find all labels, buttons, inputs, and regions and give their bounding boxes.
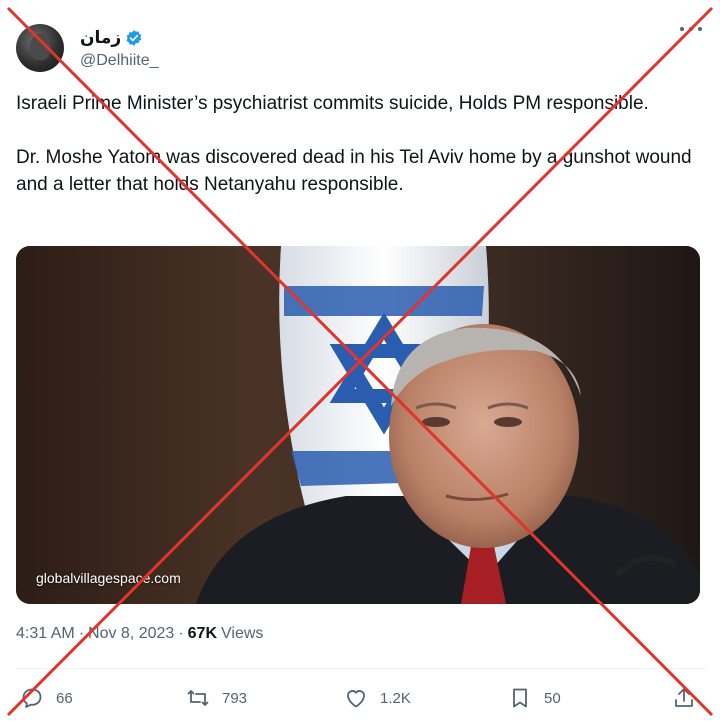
repost-icon [187, 690, 209, 706]
tweet-date[interactable]: Nov 8, 2023 [88, 625, 174, 643]
views-count: 67K [187, 625, 217, 642]
author-info: زمان @Delhiite_ [80, 26, 159, 70]
meta-separator-1: · [78, 625, 85, 642]
tweet-meta: 4:31 AM · Nov 8, 2023 · 67K Views [16, 625, 263, 643]
meta-separator-2: · [178, 625, 184, 642]
reply-count: 66 [56, 689, 73, 707]
repost-count: 793 [222, 689, 248, 707]
tweet-text: Israeli Prime Minister’s psychiatrist co… [16, 90, 706, 198]
reply-icon [22, 688, 42, 708]
like-count: 1.2K [380, 689, 411, 707]
handle[interactable]: @Delhiite_ [80, 52, 159, 70]
action-bar: 66 793 1.2K 50 [0, 680, 720, 716]
reply-button[interactable]: 66 [20, 680, 73, 716]
display-name[interactable]: زمان [80, 28, 121, 48]
like-button[interactable]: 1.2K [344, 680, 411, 716]
tweet-paragraph-1: Israeli Prime Minister’s psychiatrist co… [16, 93, 649, 114]
verified-badge-icon [126, 30, 142, 46]
tweet-header: زمان @Delhiite_ [16, 22, 159, 74]
bookmark-icon [513, 688, 527, 708]
photo-illustration [16, 246, 700, 604]
views-label: Views [221, 625, 264, 642]
heart-icon [347, 690, 365, 708]
tweet-time[interactable]: 4:31 AM [16, 625, 75, 643]
photo-source-caption: globalvillagespace.com [36, 570, 181, 586]
divider [16, 668, 706, 669]
name-row: زمان [80, 26, 159, 50]
share-icon [675, 688, 693, 707]
tweet-card: زمان @Delhiite_ Israeli Prime Minister’s… [0, 0, 720, 723]
more-icon[interactable] [680, 22, 702, 36]
tweet-media-photo[interactable]: globalvillagespace.com [16, 246, 700, 604]
bookmark-count: 50 [544, 689, 561, 707]
tweet-paragraph-2: Dr. Moshe Yatom was discovered dead in h… [16, 147, 692, 195]
share-button[interactable] [672, 680, 696, 716]
avatar[interactable] [16, 24, 64, 72]
repost-button[interactable]: 793 [186, 680, 247, 716]
bookmark-button[interactable]: 50 [508, 680, 561, 716]
